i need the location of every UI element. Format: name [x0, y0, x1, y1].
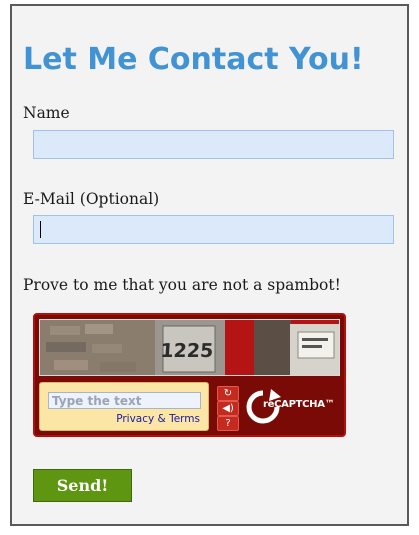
contact-form-panel: Let Me Contact You! Name E-Mail (Optiona… [10, 4, 409, 526]
form-title: Let Me Contact You! [23, 42, 364, 77]
recaptcha-widget: 1225 Type the text Privacy & Terms ↻ ◀) … [33, 313, 346, 437]
recaptcha-logo: reCAPTCHA™ [245, 387, 335, 427]
email-label: E-Mail (Optional) [23, 190, 160, 208]
audio-icon[interactable]: ◀) [217, 401, 239, 416]
captcha-image-text: 1225 [160, 340, 214, 362]
captcha-entry-area: Type the text Privacy & Terms [39, 382, 209, 431]
captcha-input[interactable]: Type the text [48, 392, 201, 409]
refresh-icon[interactable]: ↻ [217, 386, 239, 401]
captcha-prompt: Prove to me that you are not a spambot! [23, 276, 341, 294]
captcha-image: 1225 [39, 319, 340, 376]
privacy-terms-link[interactable]: Privacy & Terms [116, 413, 200, 425]
help-icon[interactable]: ? [217, 416, 239, 431]
send-button[interactable]: Send! [33, 469, 132, 502]
name-label: Name [23, 104, 70, 122]
text-cursor [40, 221, 41, 238]
name-field[interactable] [33, 130, 394, 159]
email-field[interactable] [33, 215, 394, 244]
recaptcha-brand: reCAPTCHA™ [263, 399, 335, 410]
